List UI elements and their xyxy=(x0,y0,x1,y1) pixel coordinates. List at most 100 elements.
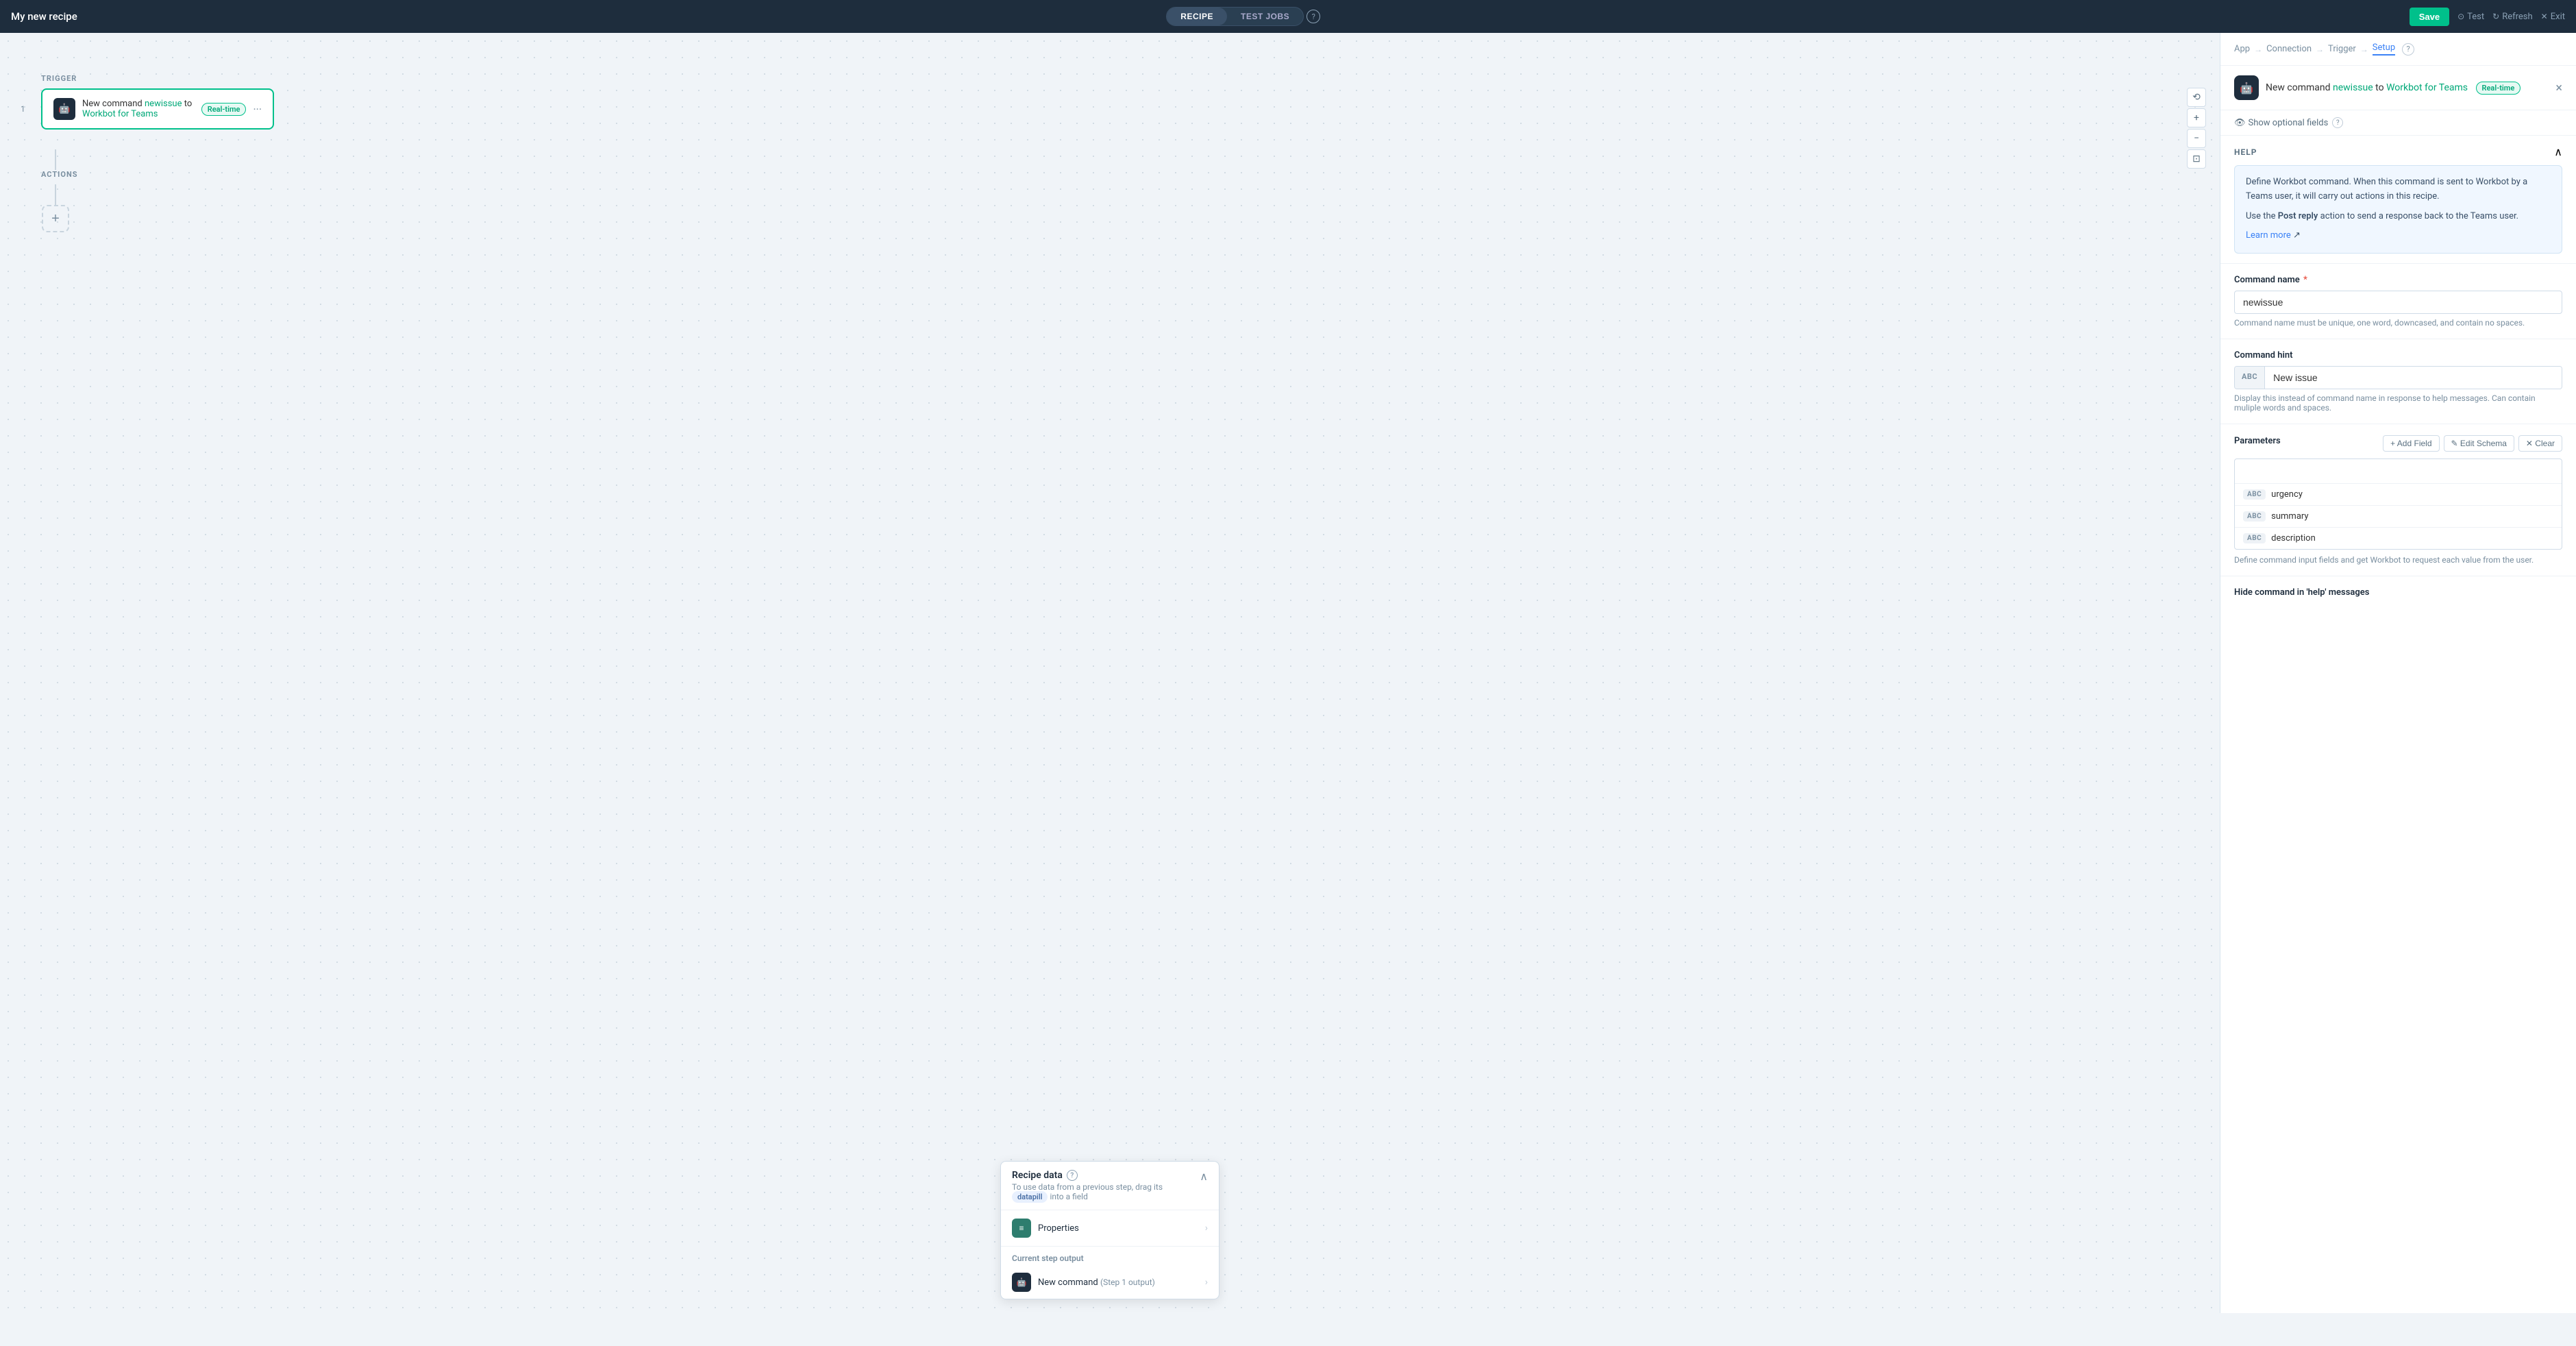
show-optional-fields-link[interactable]: 👁 Show optional fields xyxy=(2234,118,2328,128)
trigger-app-icon: 🤖 xyxy=(53,98,75,120)
command-name-section: Command name * Command name must be uniq… xyxy=(2220,264,2576,339)
recipe-data-help-icon[interactable]: ? xyxy=(1067,1170,1078,1181)
panel-link1[interactable]: newissue xyxy=(2333,82,2373,93)
learn-more-link[interactable]: Learn more xyxy=(2246,230,2291,241)
optional-fields-row: 👁 Show optional fields ? xyxy=(2220,110,2576,136)
panel-header-left: 🤖 New command newissue to Workbot for Te… xyxy=(2234,75,2521,100)
properties-arrow-icon: › xyxy=(1205,1223,1208,1234)
save-button[interactable]: Save xyxy=(2410,8,2449,26)
add-action-button[interactable]: + xyxy=(42,205,69,232)
command-hint-label: Command hint xyxy=(2234,350,2562,360)
trigger-link1[interactable]: newissue xyxy=(145,99,182,109)
trigger-text: New command newissue to Workbot for Team… xyxy=(82,99,195,119)
recipe-canvas: TRIGGER 1 🤖 New command newissue to Work… xyxy=(0,33,2220,1313)
panel-header: 🤖 New command newissue to Workbot for Te… xyxy=(2220,66,2576,110)
actions-section: ACTIONS + xyxy=(41,149,78,232)
param-row-urgency: ABC urgency xyxy=(2235,484,2562,506)
trigger-link2[interactable]: Workbot for Teams xyxy=(82,109,158,119)
recipe-data-subtitle: To use data from a previous step, drag i… xyxy=(1012,1182,1200,1201)
test-icon: ⊙ xyxy=(2457,12,2464,21)
realtime-badge: Real-time xyxy=(201,103,247,116)
help-bold: Post reply xyxy=(2278,211,2318,221)
param-name-description: description xyxy=(2271,533,2316,543)
param-name-summary: summary xyxy=(2271,511,2308,522)
trigger-label: TRIGGER xyxy=(41,74,274,83)
app-title: My new recipe xyxy=(11,10,77,23)
exit-icon: ✕ xyxy=(2541,12,2548,21)
params-empty-row xyxy=(2235,459,2562,484)
recipe-data-toggle-icon[interactable]: ∧ xyxy=(1200,1170,1208,1183)
properties-icon: ≡ xyxy=(1012,1219,1031,1238)
zoom-out-button[interactable]: − xyxy=(2187,129,2206,148)
recipe-data-header: Recipe data ? To use data from a previou… xyxy=(1001,1162,1219,1210)
command-name-hint: Command name must be unique, one word, d… xyxy=(2234,318,2562,328)
reset-view-button[interactable]: ⟲ xyxy=(2187,88,2206,107)
param-row-description: ABC description xyxy=(2235,528,2562,549)
refresh-action[interactable]: ↻ Refresh xyxy=(2492,12,2533,22)
breadcrumb-connection[interactable]: Connection xyxy=(2266,44,2312,54)
exit-action[interactable]: ✕ Exit xyxy=(2541,12,2565,22)
connector-line-2 xyxy=(55,184,56,205)
recipe-data-panel: Recipe data ? To use data from a previou… xyxy=(1000,1161,1219,1299)
help-content: Define Workbot command. When this comman… xyxy=(2234,165,2562,254)
current-step-text: New command (Step 1 output) xyxy=(1038,1277,1198,1288)
properties-label: Properties xyxy=(1038,1223,1198,1234)
main-layout: TRIGGER 1 🤖 New command newissue to Work… xyxy=(0,33,2576,1313)
parameters-actions: + Add Field ✎ Edit Schema ✕ Clear xyxy=(2383,435,2562,452)
datapill-badge: datapill xyxy=(1012,1191,1048,1203)
test-action[interactable]: ⊙ Test xyxy=(2457,12,2484,22)
hide-command-section: Hide command in 'help' messages xyxy=(2220,576,2576,614)
command-hint-section: Command hint ABC Display this instead of… xyxy=(2220,339,2576,424)
parameters-table: ABC urgency ABC summary ABC description xyxy=(2234,458,2562,550)
help-paragraph1: Define Workbot command. When this comman… xyxy=(2246,175,2551,204)
breadcrumb-arrow-1: → xyxy=(2254,45,2262,54)
panel-link2[interactable]: Workbot for Teams xyxy=(2386,82,2468,93)
clear-button[interactable]: ✕ Clear xyxy=(2518,435,2562,452)
current-step-output-label: Current step output xyxy=(1001,1247,1219,1266)
add-field-button[interactable]: + Add Field xyxy=(2383,435,2439,452)
step-sub-label: (Step 1 output) xyxy=(1100,1277,1155,1287)
properties-item[interactable]: ≡ Properties › xyxy=(1001,1210,1219,1247)
optional-help-icon[interactable]: ? xyxy=(2332,117,2343,128)
parameters-label: Parameters xyxy=(2234,436,2281,446)
tab-help-icon[interactable]: ? xyxy=(1306,10,1320,23)
recipe-data-header-left: Recipe data ? To use data from a previou… xyxy=(1012,1170,1200,1201)
breadcrumb-setup[interactable]: Setup xyxy=(2373,42,2395,56)
topbar: My new recipe RECIPE TEST JOBS ? Save ⊙ … xyxy=(0,0,2576,33)
tab-toggle-group: RECIPE TEST JOBS ? xyxy=(1166,7,1320,26)
tab-testjobs[interactable]: TEST JOBS xyxy=(1227,8,1303,25)
breadcrumb-help-icon[interactable]: ? xyxy=(2402,43,2414,56)
refresh-icon: ↻ xyxy=(2492,12,2499,21)
breadcrumb: App → Connection → Trigger → Setup ? xyxy=(2220,33,2576,66)
breadcrumb-app[interactable]: App xyxy=(2234,44,2250,54)
panel-close-button[interactable]: × xyxy=(2555,81,2562,95)
panel-body: HELP ∧ Define Workbot command. When this… xyxy=(2220,136,2576,1313)
command-hint-input[interactable] xyxy=(2265,367,2562,389)
parameters-hint: Define command input fields and get Work… xyxy=(2234,555,2562,565)
fit-view-button[interactable]: ⊡ xyxy=(2187,149,2206,169)
required-marker: * xyxy=(2303,275,2307,285)
tab-recipe[interactable]: RECIPE xyxy=(1167,8,1227,25)
command-name-input[interactable] xyxy=(2234,291,2562,314)
panel-new-command: New command xyxy=(2266,82,2333,93)
abc-badge-summary: ABC xyxy=(2243,511,2266,522)
zoom-in-button[interactable]: + xyxy=(2187,108,2206,127)
command-hint-input-wrapper: ABC xyxy=(2234,366,2562,389)
edit-schema-button[interactable]: ✎ Edit Schema xyxy=(2444,435,2514,452)
command-hint-hint: Display this instead of command name in … xyxy=(2234,393,2562,413)
hint-prefix-badge: ABC xyxy=(2235,367,2265,389)
trigger-menu-icon[interactable]: ··· xyxy=(253,103,262,116)
current-step-item[interactable]: 🤖 New command (Step 1 output) › xyxy=(1001,1266,1219,1299)
trigger-card[interactable]: 🤖 New command newissue to Workbot for Te… xyxy=(41,88,274,130)
actions-label: ACTIONS xyxy=(41,170,78,179)
help-title: HELP xyxy=(2234,147,2257,157)
command-name-label: Command name * xyxy=(2234,275,2562,285)
breadcrumb-trigger[interactable]: Trigger xyxy=(2328,44,2356,54)
help-toggle[interactable]: HELP ∧ xyxy=(2234,145,2562,158)
help-collapse-icon: ∧ xyxy=(2554,145,2562,158)
trigger-prefix: New command xyxy=(82,99,145,109)
panel-realtime-badge: Real-time xyxy=(2476,82,2521,95)
current-step-arrow-icon: › xyxy=(1205,1277,1208,1288)
panel-app-icon: 🤖 xyxy=(2234,75,2259,100)
help-paragraph2: Use the Post reply action to send a resp… xyxy=(2246,210,2551,224)
